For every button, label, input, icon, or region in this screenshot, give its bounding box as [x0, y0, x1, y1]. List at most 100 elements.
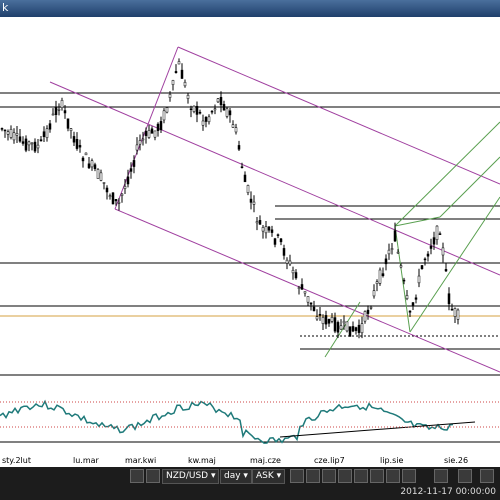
candle-body [66, 118, 70, 129]
window-titlebar[interactable]: k [0, 0, 500, 17]
candle-body [441, 247, 445, 256]
cursor-icon[interactable] [434, 469, 448, 483]
candle-body [243, 174, 247, 183]
candle-body [39, 139, 43, 142]
candle-body [264, 226, 268, 234]
candle-body [318, 313, 322, 316]
candle-body [177, 61, 181, 65]
x-axis-label: sty.2lut [2, 456, 31, 465]
candle-body [231, 124, 235, 128]
x-axis-label: maj.cze [250, 456, 281, 465]
candle-body [246, 185, 250, 193]
candle-body [330, 317, 334, 322]
candle-body [6, 131, 10, 135]
candle-body [186, 94, 190, 99]
chart-type-icon[interactable] [130, 469, 144, 483]
candle-body [396, 251, 400, 254]
candle-body [168, 94, 172, 98]
candle-body [423, 258, 427, 261]
candle-body [228, 110, 232, 116]
price-chart[interactable]: sty.2lut lu.mar mar.kwi kw.maj maj.cze c… [0, 17, 500, 467]
fork-line[interactable] [439, 156, 500, 218]
candle-body [51, 113, 55, 116]
candle-body [414, 297, 418, 300]
zoom-icon[interactable] [146, 469, 160, 483]
more-icon[interactable] [480, 469, 494, 483]
candle-body [90, 160, 94, 168]
candle-body [129, 168, 133, 172]
candle-body [153, 130, 157, 138]
indicator-icon[interactable] [338, 469, 352, 483]
candle-body [285, 259, 289, 264]
candle-body [294, 272, 298, 279]
crosshair-icon[interactable] [354, 469, 368, 483]
candle-body [75, 139, 79, 149]
bar-icon[interactable] [306, 469, 320, 483]
candle-body [261, 227, 265, 232]
candle-body [270, 229, 274, 233]
candle-body [276, 234, 280, 236]
candle-body [69, 128, 73, 131]
candle-body [54, 107, 58, 115]
candle-body [279, 238, 283, 243]
candle-body [222, 104, 226, 111]
candle-body [183, 81, 187, 87]
candle-body [36, 144, 40, 149]
hand-icon[interactable] [386, 469, 400, 483]
candle-body [273, 238, 277, 245]
candle-body [33, 141, 37, 152]
candle-body [198, 111, 202, 114]
candle-body [378, 269, 382, 284]
price-type-select[interactable]: ASK ▾ [252, 469, 286, 484]
status-bar: 2012-11-17 00:00:00 [0, 485, 500, 500]
candle-body [30, 142, 34, 145]
line-icon[interactable] [322, 469, 336, 483]
candle-body [453, 308, 457, 317]
candle-body [345, 321, 349, 332]
trendline-icon[interactable] [458, 469, 472, 483]
fork-line[interactable] [394, 216, 441, 227]
candle-body [24, 138, 28, 151]
candle-icon[interactable] [290, 469, 304, 483]
candle-body [81, 157, 85, 162]
candle-body [405, 295, 409, 300]
candle-body [420, 265, 424, 270]
candle-body [339, 325, 343, 330]
candle-body [426, 253, 430, 257]
candle-body [18, 136, 22, 142]
channel-line[interactable] [114, 208, 500, 373]
period-select[interactable]: day ▾ [220, 469, 252, 484]
candle-body [108, 195, 112, 197]
candle-body [60, 100, 64, 109]
candle-body [282, 248, 286, 256]
candle-body [219, 97, 223, 106]
candle-body [111, 192, 115, 205]
candle-body [297, 287, 301, 289]
candle-body [42, 131, 46, 138]
candle-body [195, 105, 199, 115]
candle-body [165, 107, 169, 113]
candle-body [417, 275, 421, 284]
candle-body [156, 123, 160, 131]
candle-body [348, 326, 352, 337]
candle-body [252, 201, 256, 205]
candle-body [150, 128, 154, 134]
chart-canvas[interactable]: sty.2lut lu.mar mar.kwi kw.maj maj.cze c… [0, 17, 500, 467]
window-title: k [2, 1, 9, 14]
fork-line[interactable] [394, 121, 500, 227]
candle-body [303, 291, 307, 294]
candle-body [300, 284, 304, 290]
candle-body [132, 160, 136, 167]
candle-body [363, 311, 367, 322]
symbol-select[interactable]: NZD/USD ▾ [162, 469, 220, 484]
candle-body [138, 140, 142, 145]
text-icon[interactable] [370, 469, 384, 483]
candle-body [240, 166, 244, 169]
candle-body [162, 110, 166, 121]
grid-icon[interactable] [402, 469, 416, 483]
candle-body [327, 319, 331, 324]
candle-body [141, 138, 145, 141]
candle-body [435, 225, 439, 240]
candle-body [255, 221, 259, 224]
candle-body [393, 230, 397, 242]
